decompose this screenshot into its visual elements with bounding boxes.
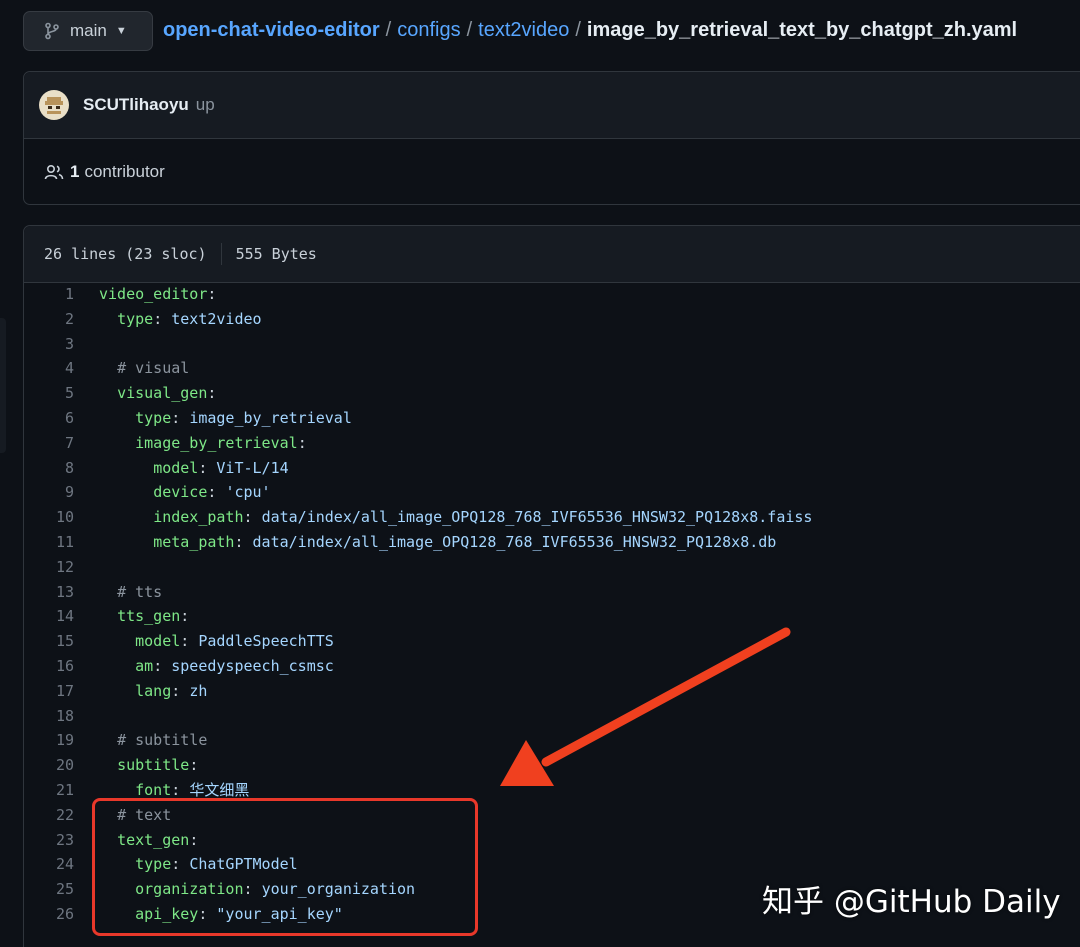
watermark-text: 知乎 @GitHub Daily bbox=[762, 884, 1061, 920]
page: main ▼ open-chat-video-editor / configs … bbox=[0, 0, 1080, 947]
annotation-arrow-icon bbox=[500, 627, 791, 786]
